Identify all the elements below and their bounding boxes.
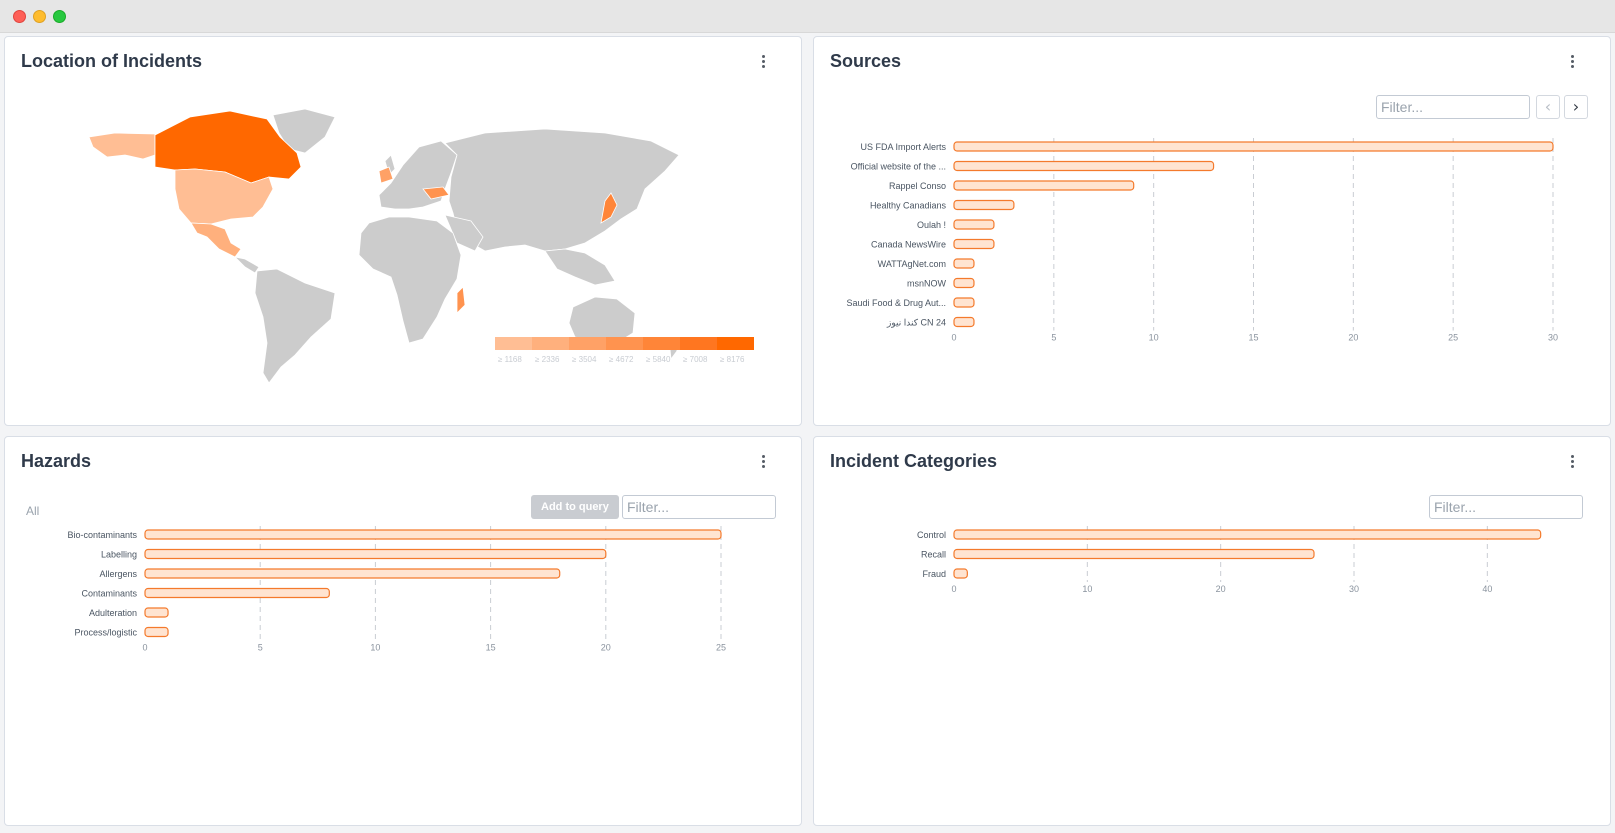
map-country-alaska[interactable] (88, 132, 156, 160)
x-tick-label: 25 (1448, 333, 1458, 343)
sources-panel: Sources ‹ › 051015202530US FDA Import Al… (813, 36, 1611, 426)
bar[interactable] (144, 548, 607, 560)
x-tick-label: 20 (1348, 333, 1358, 343)
category-label: Fraud (922, 569, 946, 579)
bar[interactable] (953, 548, 1315, 560)
category-label: Saudi Food & Drug Aut... (846, 298, 946, 308)
legend-swatch (643, 337, 680, 350)
bar[interactable] (953, 219, 995, 230)
x-tick-label: 0 (951, 333, 956, 343)
category-label: Bio-contaminants (67, 530, 137, 540)
categories-chart: 0 10 20 30 40 Control Recall Fraud (917, 526, 1542, 594)
x-tick-label: 10 (1082, 584, 1092, 594)
location-panel: Location of Incidents ≥ 1168 ≥ 2336 ≥ 35… (4, 36, 802, 426)
x-tick-label: 10 (370, 643, 380, 653)
x-tick-label: 5 (1051, 333, 1056, 343)
category-label: Control (917, 530, 946, 540)
category-label: WATTAgNet.com (878, 259, 946, 269)
bar[interactable] (953, 316, 975, 328)
bar[interactable] (953, 199, 1015, 211)
category-label: Healthy Canadians (870, 201, 947, 211)
legend-swatch (532, 337, 569, 350)
sources-chart: 0 5 10 15 20 25 30 US FDA Import Alerts Official… (846, 138, 1558, 343)
bar[interactable] (953, 529, 1542, 540)
legend-swatch (717, 337, 754, 350)
x-tick-label: 15 (1248, 333, 1258, 343)
legend-label: ≥ 7008 (683, 355, 708, 364)
legend-label: ≥ 2336 (535, 355, 560, 364)
map-country-mexico[interactable] (190, 222, 242, 258)
category-label: Canada NewsWire (871, 240, 946, 250)
map-region-south-america[interactable] (254, 268, 336, 384)
bar[interactable] (953, 238, 995, 250)
x-tick-label: 10 (1149, 333, 1159, 343)
category-label: Official website of the ... (851, 162, 946, 172)
category-label: Labelling (101, 550, 137, 560)
x-tick-label: 30 (1548, 333, 1558, 343)
legend-swatch (606, 337, 643, 350)
x-tick-label: 15 (486, 643, 496, 653)
category-label: Oulah ! (917, 220, 946, 230)
legend-label: ≥ 1168 (498, 355, 522, 364)
legend-swatch (680, 337, 717, 350)
maximize-window-button[interactable] (53, 10, 66, 23)
x-tick-label: 5 (258, 643, 263, 653)
bar[interactable] (144, 607, 169, 618)
categories-panel: Incident Categories 010203040ControlReca… (813, 436, 1611, 826)
legend-swatch (569, 337, 606, 350)
x-tick-label: 20 (601, 643, 611, 653)
hazards-panel: Hazards All Add to query 0510152025Bio-c… (4, 436, 802, 826)
bar[interactable] (144, 568, 561, 579)
map-region-central-america[interactable] (233, 256, 260, 274)
bar[interactable] (953, 568, 968, 579)
legend-label: ≥ 8176 (720, 355, 745, 364)
bar[interactable] (144, 626, 169, 638)
window-titlebar (0, 0, 1615, 33)
map-region-australia[interactable] (568, 296, 636, 344)
x-tick-label: 25 (716, 643, 726, 653)
bar[interactable] (953, 180, 1135, 191)
legend-swatch (495, 337, 532, 350)
legend-label: ≥ 4672 (609, 355, 634, 364)
legend-label: ≥ 5840 (646, 355, 671, 364)
x-tick-label: 0 (142, 643, 147, 653)
map-region-africa[interactable] (358, 216, 462, 344)
bar[interactable] (953, 297, 975, 308)
bar[interactable] (953, 258, 975, 269)
category-label: US FDA Import Alerts (860, 142, 946, 152)
category-label: Recall (921, 550, 946, 560)
minimize-window-button[interactable] (33, 10, 46, 23)
x-tick-label: 20 (1216, 584, 1226, 594)
category-label: Process/logistic (74, 628, 137, 638)
hazards-chart: 0 5 10 15 20 25 Bio-contaminants Labelling Aller… (67, 526, 726, 653)
map-region-madagascar[interactable] (456, 286, 466, 314)
x-tick-label: 40 (1482, 584, 1492, 594)
bar[interactable] (144, 529, 722, 540)
bar[interactable] (953, 277, 975, 289)
category-label: Rappel Conso (889, 181, 946, 191)
bar[interactable] (953, 141, 1554, 152)
category-label: Adulteration (89, 608, 137, 618)
category-label: Allergens (99, 569, 137, 579)
map-region-southeast-asia[interactable] (544, 248, 616, 286)
category-label: Contaminants (81, 589, 137, 599)
close-window-button[interactable] (13, 10, 26, 23)
bar[interactable] (144, 587, 330, 599)
map-legend: ≥ 1168 ≥ 2336 ≥ 3504 ≥ 4672 ≥ 5840 ≥ 7008 ≥ 81… (495, 337, 754, 364)
category-label: msnNOW (907, 279, 947, 289)
world-map[interactable]: ≥ 1168 ≥ 2336 ≥ 3504 ≥ 4672 ≥ 5840 ≥ 7008 ≥ 81… (5, 37, 803, 427)
category-label: كندا نيوز CN 24 (886, 318, 946, 329)
x-tick-label: 30 (1349, 584, 1359, 594)
legend-label: ≥ 3504 (572, 355, 597, 364)
bar[interactable] (953, 160, 1215, 172)
x-tick-label: 0 (951, 584, 956, 594)
